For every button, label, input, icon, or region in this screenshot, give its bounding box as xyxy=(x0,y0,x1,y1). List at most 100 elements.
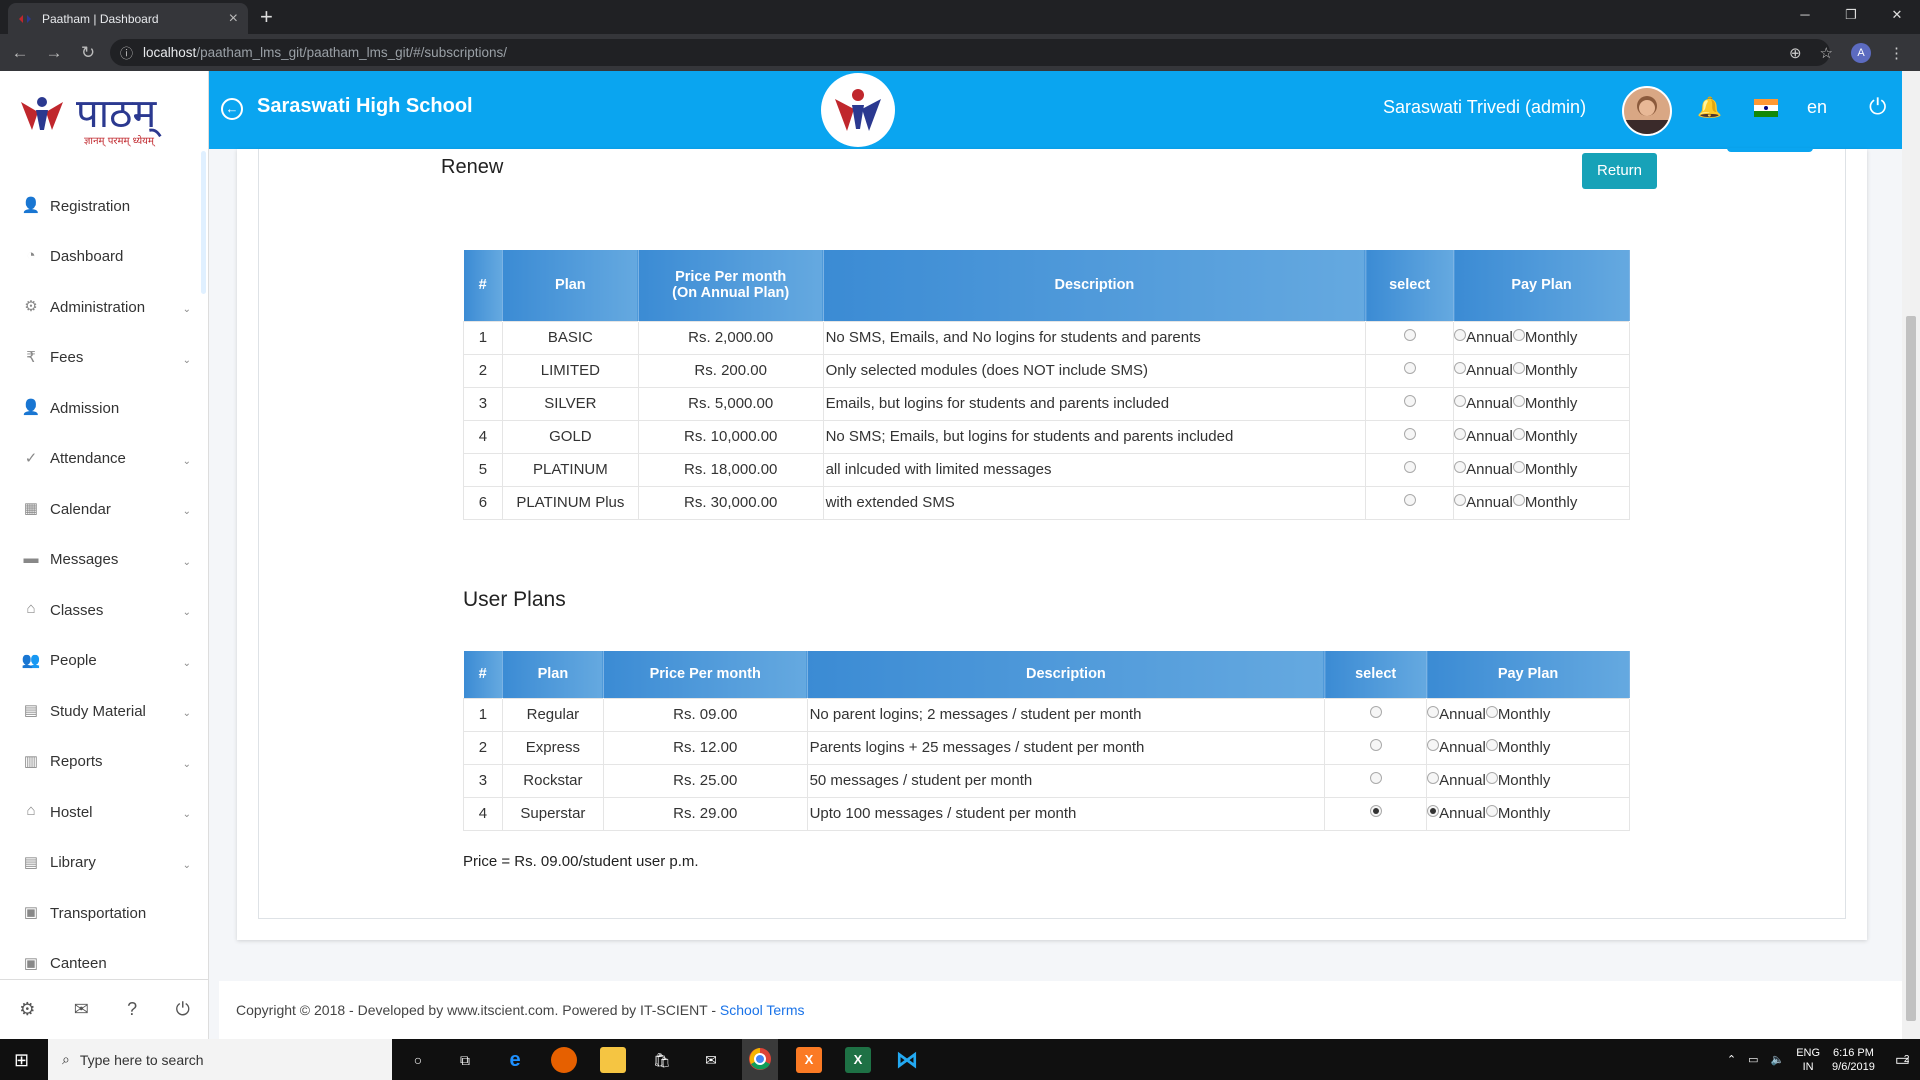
app-logo[interactable]: पाठम् ज्ञानम् परमम् ध्येयम् xyxy=(18,79,188,149)
minimize-icon[interactable]: ─ xyxy=(1782,0,1828,30)
annual-radio[interactable] xyxy=(1454,329,1467,342)
center-logo[interactable] xyxy=(821,73,895,147)
sidebar-item-dashboard[interactable]: ◔ Dashboard xyxy=(0,232,205,283)
xampp-icon[interactable]: X xyxy=(796,1047,822,1073)
monthly-radio[interactable] xyxy=(1485,706,1498,719)
school-terms-link[interactable]: School Terms xyxy=(720,1002,805,1018)
plan-description: No parent logins; 2 messages / student p… xyxy=(806,697,1326,732)
monthly-radio[interactable] xyxy=(1512,494,1525,507)
action-center-icon[interactable]: ▭ 2 xyxy=(1895,1050,1910,1070)
user-name[interactable]: Saraswati Trivedi (admin) xyxy=(1383,97,1586,118)
settings-icon[interactable]: ⚙ xyxy=(19,999,35,1020)
new-tab-icon[interactable]: + xyxy=(260,4,273,30)
tab-close-icon[interactable]: × xyxy=(229,10,238,28)
url-field[interactable]: ⓘ localhost/paatham_lms_git/paatham_lms_… xyxy=(110,39,1830,66)
select-radio[interactable] xyxy=(1369,739,1382,752)
annual-radio[interactable] xyxy=(1427,772,1440,785)
language-selector[interactable]: en xyxy=(1807,97,1827,118)
bell-icon[interactable]: 🔔 xyxy=(1697,95,1722,120)
select-radio[interactable] xyxy=(1403,395,1416,408)
select-radio[interactable] xyxy=(1403,329,1416,342)
forward-icon[interactable]: → xyxy=(40,43,68,63)
taskbar-search[interactable]: ⌕ Type here to search xyxy=(48,1039,392,1080)
sidebar-item-administration[interactable]: ⚙ Administration ⌄ xyxy=(0,282,205,333)
firefox-icon[interactable] xyxy=(551,1047,577,1073)
monthly-label: Monthly xyxy=(1497,805,1551,822)
restore-icon[interactable]: ❐ xyxy=(1828,0,1874,30)
column-header: Price Per month xyxy=(603,651,808,698)
sidebar-item-calendar[interactable]: ▦ Calendar ⌄ xyxy=(0,484,205,535)
select-radio[interactable] xyxy=(1403,461,1416,474)
back-circle-icon[interactable]: ← xyxy=(221,98,243,120)
india-flag-icon[interactable] xyxy=(1754,99,1778,117)
edge-icon[interactable]: e xyxy=(502,1047,528,1073)
return-button[interactable]: Return xyxy=(1582,153,1657,189)
sidebar-item-messages[interactable]: ▬ Messages ⌄ xyxy=(0,535,205,586)
cortana-icon[interactable]: ○ xyxy=(405,1047,431,1073)
zoom-icon[interactable]: ⊕ xyxy=(1789,44,1802,62)
sidebar-item-reports[interactable]: ▥ Reports ⌄ xyxy=(0,737,205,788)
vscode-icon[interactable]: ⋈ xyxy=(894,1047,920,1073)
select-radio[interactable] xyxy=(1403,428,1416,441)
windows-start-icon[interactable]: ⊞ xyxy=(14,1050,29,1071)
annual-radio[interactable] xyxy=(1454,362,1467,375)
input-language[interactable]: ENG IN xyxy=(1796,1046,1820,1074)
sidebar-item-registration[interactable]: 👤 Registration xyxy=(0,181,205,232)
sidebar-item-attendance[interactable]: ✓ Attendance ⌄ xyxy=(0,434,205,485)
select-radio[interactable] xyxy=(1403,362,1416,375)
annual-radio[interactable] xyxy=(1454,461,1467,474)
account-avatar[interactable]: A xyxy=(1851,42,1871,63)
kebab-menu-icon[interactable]: ⋮ xyxy=(1889,44,1904,62)
bookmark-star-icon[interactable]: ☆ xyxy=(1820,44,1833,62)
monthly-radio[interactable] xyxy=(1485,772,1498,785)
monthly-radio[interactable] xyxy=(1512,395,1525,408)
select-radio[interactable] xyxy=(1369,805,1382,818)
mail-icon[interactable]: ✉ xyxy=(74,999,89,1020)
annual-radio[interactable] xyxy=(1454,395,1467,408)
select-radio[interactable] xyxy=(1369,706,1382,719)
annual-radio[interactable] xyxy=(1427,805,1440,818)
store-icon[interactable]: 🛍 xyxy=(649,1047,675,1073)
monthly-radio[interactable] xyxy=(1485,739,1498,752)
sidebar-item-people[interactable]: 👥 People ⌄ xyxy=(0,636,205,687)
pay-plan-cell: Annual Monthly xyxy=(1426,796,1630,831)
sidebar-item-fees[interactable]: ₹ Fees ⌄ xyxy=(0,333,205,384)
select-radio[interactable] xyxy=(1403,494,1416,507)
power-icon[interactable]: ⏻ xyxy=(1869,94,1886,120)
window-close-icon[interactable]: ✕ xyxy=(1874,0,1920,30)
annual-radio[interactable] xyxy=(1427,706,1440,719)
sidebar-item-classes[interactable]: ⌂ Classes ⌄ xyxy=(0,585,205,636)
network-icon[interactable]: ▭ xyxy=(1748,1053,1758,1066)
sidebar-item-hostel[interactable]: ⌂ Hostel ⌄ xyxy=(0,787,205,838)
annual-radio[interactable] xyxy=(1427,739,1440,752)
volume-icon[interactable]: 🔈 xyxy=(1771,1053,1785,1066)
monthly-radio[interactable] xyxy=(1512,362,1525,375)
reload-icon[interactable]: ↻ xyxy=(74,43,102,63)
annual-radio[interactable] xyxy=(1454,494,1467,507)
sidebar-item-transportation[interactable]: ▣ Transportation xyxy=(0,888,205,939)
info-icon[interactable]: ⓘ xyxy=(120,43,133,62)
annual-radio[interactable] xyxy=(1454,428,1467,441)
sidebar-item-library[interactable]: ▤ Library ⌄ xyxy=(0,838,205,889)
page-scrollbar[interactable] xyxy=(1902,71,1920,1039)
browser-tab[interactable]: Paatham | Dashboard × xyxy=(8,3,248,34)
file-explorer-icon[interactable] xyxy=(600,1047,626,1073)
monthly-radio[interactable] xyxy=(1512,329,1525,342)
scrollbar-thumb[interactable] xyxy=(1906,316,1916,1021)
user-avatar[interactable] xyxy=(1622,86,1672,136)
select-radio[interactable] xyxy=(1369,772,1382,785)
tray-chevron-icon[interactable]: ⌃ xyxy=(1727,1053,1736,1066)
sidebar-item-admission[interactable]: 👤 Admission xyxy=(0,383,205,434)
back-icon[interactable]: ← xyxy=(6,43,34,63)
sidebar-item-study-material[interactable]: ▤ Study Material ⌄ xyxy=(0,686,205,737)
monthly-radio[interactable] xyxy=(1512,428,1525,441)
monthly-radio[interactable] xyxy=(1485,805,1498,818)
mail-app-icon[interactable]: ✉ xyxy=(698,1047,724,1073)
excel-icon[interactable]: X xyxy=(845,1047,871,1073)
monthly-radio[interactable] xyxy=(1512,461,1525,474)
help-icon[interactable]: ? xyxy=(127,999,137,1020)
task-view-icon[interactable]: ⧉ xyxy=(452,1047,478,1073)
chrome-taskbar-button[interactable] xyxy=(742,1039,778,1080)
logout-icon[interactable]: ⏻ xyxy=(176,999,190,1020)
clock[interactable]: 6:16 PM 9/6/2019 xyxy=(1832,1046,1875,1074)
